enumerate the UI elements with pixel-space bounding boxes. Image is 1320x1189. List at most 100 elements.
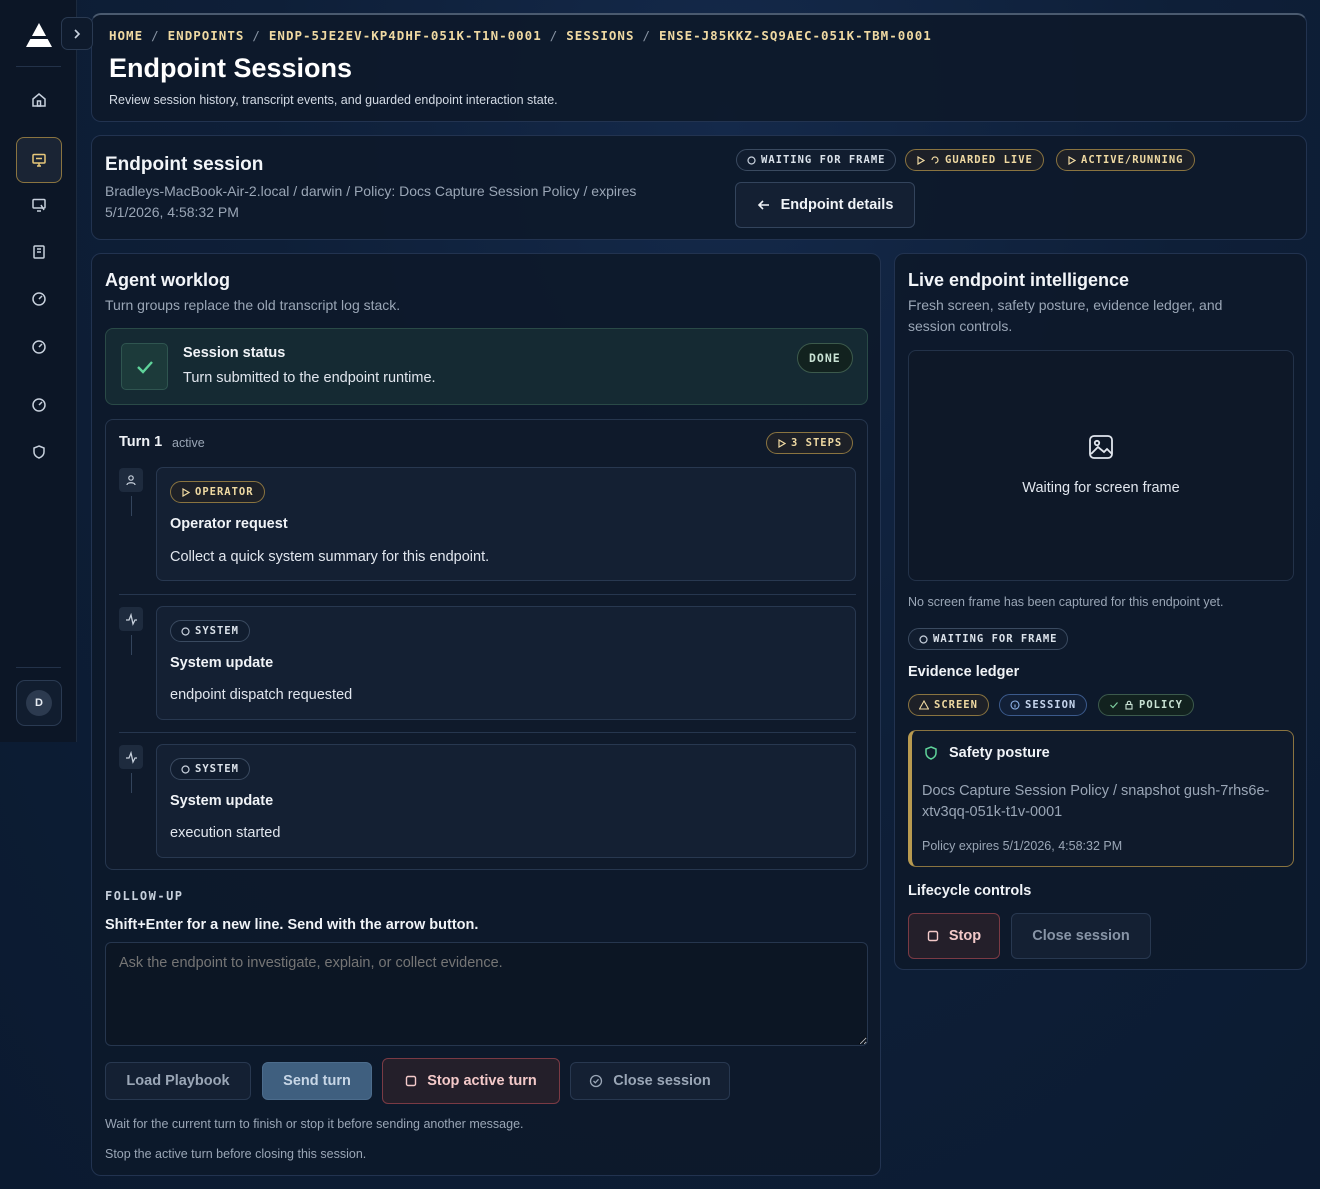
badge-label: ACTIVE/RUNNING	[1081, 154, 1184, 166]
image-icon	[1089, 435, 1113, 459]
intel-subtitle-line: Fresh screen, safety posture, evidence l…	[908, 297, 1223, 313]
activity-icon	[119, 745, 143, 769]
turn-wait-note: Wait for the current turn to finish or s…	[105, 1117, 524, 1131]
safety-posture-card: Safety posture Docs Capture Session Poli…	[908, 730, 1294, 867]
info-icon	[1010, 700, 1020, 710]
close-session-button[interactable]: Close session	[570, 1062, 730, 1100]
badge-label: WAITING FOR FRAME	[933, 633, 1058, 645]
breadcrumb-home[interactable]: HOME	[109, 28, 143, 43]
intel-subtitle-line: session controls.	[908, 318, 1013, 334]
step-divider	[119, 594, 856, 595]
play-icon	[1068, 155, 1076, 165]
step-text: Collect a quick system summary for this …	[170, 549, 490, 565]
send-turn-button[interactable]: Send turn	[262, 1062, 372, 1100]
circle-icon	[181, 626, 190, 636]
breadcrumb-endpoint-id[interactable]: ENDP-5JE2EV-KP4DHF-051K-T1N-0001	[269, 28, 542, 43]
remote-screen-icon[interactable]	[16, 182, 62, 228]
activity-icon	[119, 607, 143, 631]
intel-panel: Live endpoint intelligence Fresh screen,…	[894, 253, 1307, 970]
load-playbook-button[interactable]: Load Playbook	[105, 1062, 251, 1100]
step-card-system: SYSTEM System update endpoint dispatch r…	[156, 606, 856, 720]
timeline-line	[131, 773, 132, 793]
stop-icon	[927, 930, 939, 942]
page-title: Endpoint Sessions	[109, 53, 353, 83]
posture-policy-line: Docs Capture Session Policy / snapshot g…	[922, 783, 1270, 799]
book-icon[interactable]	[16, 229, 62, 275]
worklog-title: Agent worklog	[105, 270, 230, 290]
turn-group: Turn 1 active 3 STEPS OPERATOR Operator …	[105, 419, 868, 870]
circle-icon	[919, 634, 928, 644]
badge-label: POLICY	[1139, 699, 1183, 711]
posture-expiry: Policy expires 5/1/2026, 4:58:32 PM	[922, 839, 1123, 853]
intel-title: Live endpoint intelligence	[908, 270, 1130, 290]
badge-label: SESSION	[1025, 699, 1077, 711]
close-note: Stop the active turn before closing this…	[105, 1147, 367, 1161]
sidebar-toggle-button[interactable]	[61, 17, 93, 50]
gauge-icon[interactable]	[16, 276, 62, 322]
breadcrumb-sessions[interactable]: SESSIONS	[566, 28, 634, 43]
logo-icon	[26, 23, 52, 47]
evidence-badge-screen: SCREEN	[908, 694, 989, 716]
gauge-icon[interactable]	[16, 324, 62, 370]
refresh-icon	[931, 156, 939, 164]
stop-icon	[406, 1075, 417, 1087]
breadcrumb-endpoints[interactable]: ENDPOINTS	[168, 28, 245, 43]
breadcrumb: HOME / ENDPOINTS / ENDP-5JE2EV-KP4DHF-051K-T…	[109, 28, 932, 43]
lifecycle-title: Lifecycle controls	[908, 883, 1032, 899]
status-badge-waiting: WAITING FOR FRAME	[736, 149, 897, 171]
badge-label: WAITING FOR FRAME	[761, 154, 886, 166]
user-menu-button[interactable]: D	[16, 680, 62, 726]
lifecycle-close-session-button[interactable]: Close session	[1011, 913, 1151, 959]
play-icon	[778, 438, 786, 448]
sidebar: D	[0, 0, 77, 742]
button-label: Stop	[948, 928, 982, 944]
sidebar-divider	[16, 667, 61, 668]
breadcrumb-session-id: ENSE-J85KKZ-SQ9AEC-051K-TBM-0001	[659, 28, 932, 43]
lock-icon	[1125, 700, 1133, 710]
followup-input[interactable]	[105, 942, 868, 1046]
status-title: Session status	[183, 345, 286, 361]
step-title: Operator request	[170, 516, 288, 532]
session-title: Endpoint session	[105, 154, 264, 175]
steps-badge: 3 STEPS	[766, 432, 854, 454]
home-icon[interactable]	[16, 77, 62, 123]
session-status-box: Session status Turn submitted to the end…	[105, 328, 868, 405]
step-tag: SYSTEM	[170, 758, 250, 780]
worklog-subtitle: Turn groups replace the old transcript l…	[105, 297, 401, 313]
stop-active-turn-button[interactable]: Stop active turn	[382, 1058, 560, 1104]
check-circle-icon	[590, 1074, 603, 1088]
step-title: System update	[170, 793, 274, 809]
badge-label: GUARDED LIVE	[945, 154, 1033, 166]
sidebar-divider	[16, 66, 61, 67]
timeline-line	[131, 496, 132, 516]
frame-waiting-text: Waiting for screen frame	[1022, 480, 1180, 496]
arrow-left-icon	[757, 200, 769, 210]
evidence-title: Evidence ledger	[908, 664, 1020, 680]
posture-policy: Docs Capture Session Policy / snapshot g…	[922, 781, 1269, 823]
evidence-badge-policy: POLICY	[1098, 694, 1194, 716]
step-text: execution started	[170, 825, 281, 841]
gauge-icon[interactable]	[16, 382, 62, 428]
circle-icon	[747, 155, 756, 165]
badge-label: SYSTEM	[195, 625, 239, 637]
session-meta: Bradleys-MacBook-Air-2.local / darwin / …	[105, 181, 636, 223]
endpoints-monitor-icon[interactable]	[16, 137, 62, 183]
agent-worklog-panel: Agent worklog Turn groups replace the ol…	[91, 253, 881, 1176]
followup-label: FOLLOW-UP	[105, 889, 184, 903]
play-icon	[917, 155, 925, 165]
step-title: System update	[170, 655, 274, 671]
page-header: HOME / ENDPOINTS / ENDP-5JE2EV-KP4DHF-051K-T…	[91, 13, 1307, 122]
session-expiry: 5/1/2026, 4:58:32 PM	[105, 204, 239, 220]
circle-icon	[181, 764, 190, 774]
endpoint-details-button[interactable]: Endpoint details	[735, 182, 915, 228]
badge-label: 3 STEPS	[791, 437, 843, 449]
status-text: Turn submitted to the endpoint runtime.	[183, 370, 436, 386]
play-icon	[182, 487, 190, 497]
badge-label: SYSTEM	[195, 763, 239, 775]
stop-button[interactable]: Stop	[908, 913, 1000, 959]
done-badge: DONE	[797, 343, 853, 373]
timeline-line	[131, 635, 132, 655]
shield-icon[interactable]	[16, 429, 62, 475]
evidence-badge-session: SESSION	[999, 694, 1088, 716]
frame-status-badge: WAITING FOR FRAME	[908, 628, 1069, 650]
